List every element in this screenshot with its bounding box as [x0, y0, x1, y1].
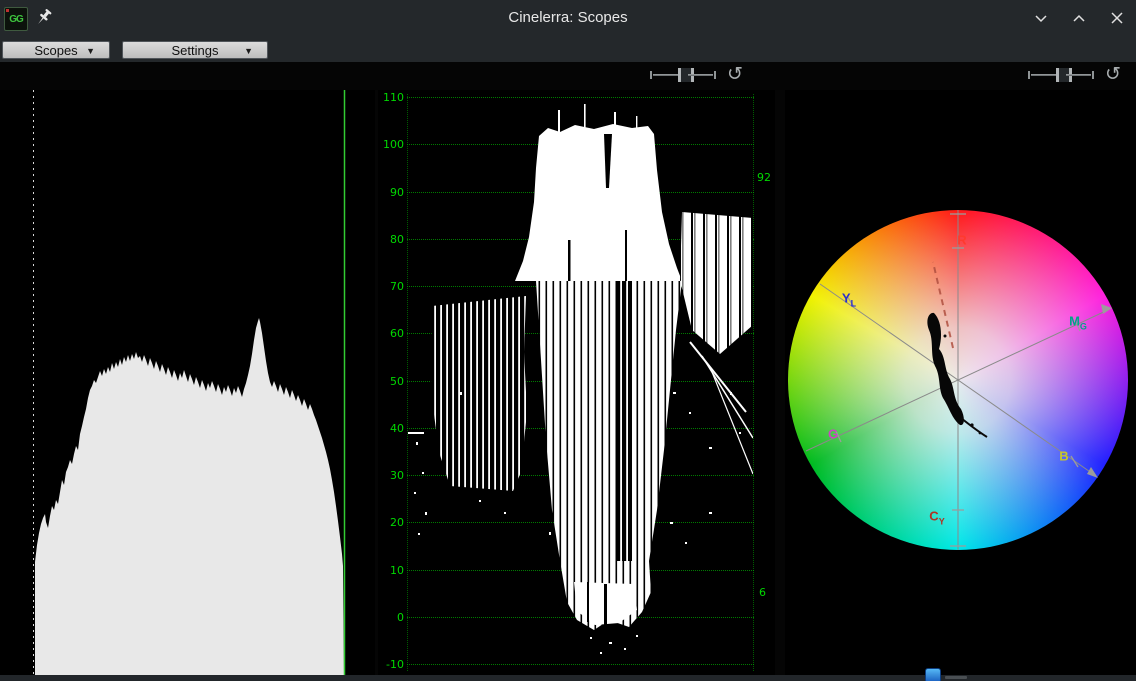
- scopes-dropdown-label: Scopes: [34, 43, 77, 58]
- window-controls: [1030, 0, 1128, 36]
- scale-tick-label: 110: [378, 92, 404, 104]
- app-icon: GG: [4, 7, 28, 31]
- vectorscope-reset-icon[interactable]: ↺: [1103, 64, 1123, 84]
- vectorscope-graticule: [785, 90, 1136, 675]
- close-button[interactable]: [1106, 7, 1128, 29]
- slider-left-tick: [650, 71, 652, 79]
- scale-tick-label: 50: [378, 376, 404, 388]
- histogram-plot: [0, 90, 375, 675]
- app-icon-text: GG: [9, 14, 23, 25]
- settings-dropdown-button[interactable]: Settings ▼: [122, 41, 268, 59]
- waveform-right-border: [753, 94, 754, 671]
- scale-tick-label: 60: [378, 328, 404, 340]
- waveform-trace: [408, 90, 753, 671]
- chevron-up-icon: [1072, 14, 1086, 23]
- slider-left-tick: [1028, 71, 1030, 79]
- slider-track: [1031, 74, 1056, 76]
- scale-tick-label: 80: [378, 234, 404, 246]
- scale-tick-label: 20: [378, 517, 404, 529]
- dropdown-arrow-icon: ▼: [86, 46, 95, 56]
- vectorscope-label-g: G: [828, 428, 838, 447]
- waveform-reset-icon[interactable]: ↺: [725, 64, 745, 84]
- vectorscope-label-b: B: [1059, 450, 1068, 469]
- scale-tick-label: 90: [378, 187, 404, 199]
- waveform-max-marker: 92: [757, 171, 771, 184]
- minimize-button[interactable]: [1030, 7, 1052, 29]
- slider-track: [1066, 74, 1091, 76]
- waveform-intensity-slider[interactable]: [650, 67, 716, 83]
- vectorscope-label-r: R: [957, 234, 966, 253]
- vectorscope-intensity-slider[interactable]: [1028, 67, 1094, 83]
- scale-tick-label: 0: [378, 612, 404, 624]
- taskbar-peek-icon[interactable]: [925, 668, 941, 681]
- slider-track: [653, 74, 678, 76]
- dropdown-arrow-icon: ▼: [244, 46, 253, 56]
- slider-right-tick: [1092, 71, 1094, 79]
- slider-right-tick: [714, 71, 716, 79]
- vectorscope-panel: R YL MG G B CY: [785, 90, 1136, 675]
- cinelerra-scopes-window: GG Cinelerra: Scopes: [0, 0, 1136, 681]
- scale-tick-label: 70: [378, 281, 404, 293]
- maximize-button[interactable]: [1068, 7, 1090, 29]
- toolbar: Scopes ▼ Settings ▼: [0, 36, 1136, 62]
- taskbar-peek-fragment: [945, 676, 967, 679]
- scopes-dropdown-button[interactable]: Scopes ▼: [2, 41, 110, 59]
- scopes-content: ↺ ↺ 110 100 90 80 70 60 50 4: [0, 62, 1136, 675]
- vectorscope-label-cy: CY: [929, 510, 944, 529]
- window-title: Cinelerra: Scopes: [0, 0, 1136, 36]
- titlebar[interactable]: GG Cinelerra: Scopes: [0, 0, 1136, 37]
- settings-dropdown-label: Settings: [172, 43, 219, 58]
- vectorscope-label-yl: YL: [842, 292, 856, 311]
- chevron-down-icon: [1034, 14, 1048, 23]
- scale-tick-label: 100: [378, 139, 404, 151]
- slider-track: [688, 74, 713, 76]
- waveform-scale: 110 100 90 80 70 60 50 40 30 20 10 0 -10: [378, 92, 404, 671]
- vectorscope-label-mg: MG: [1069, 315, 1087, 334]
- scale-tick-label: -10: [378, 659, 404, 671]
- histogram-panel: [0, 90, 375, 675]
- close-icon: [1111, 12, 1123, 24]
- waveform-min-marker: 6: [759, 586, 766, 599]
- scale-tick-label: 30: [378, 470, 404, 482]
- pin-icon[interactable]: [35, 8, 53, 28]
- scale-tick-label: 10: [378, 565, 404, 577]
- scale-tick-label: 40: [378, 423, 404, 435]
